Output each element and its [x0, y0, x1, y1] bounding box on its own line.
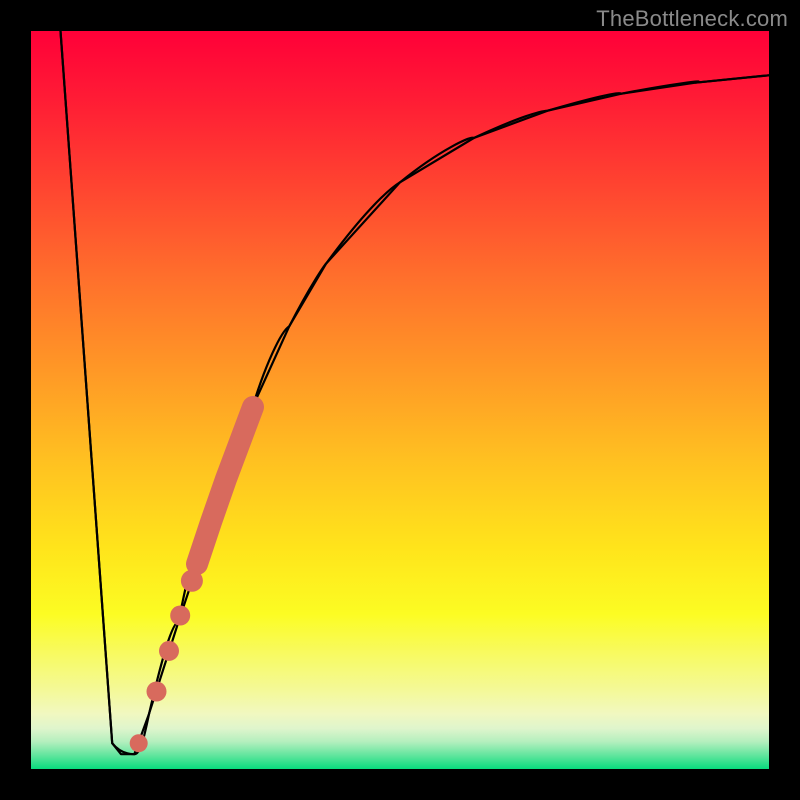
- marker-dot: [170, 606, 190, 626]
- chart-frame: TheBottleneck.com: [0, 0, 800, 800]
- marker-dot: [130, 734, 148, 752]
- marker-band: [197, 407, 253, 564]
- marker-dot: [181, 570, 203, 592]
- chart-svg: [31, 31, 769, 769]
- marker-dot: [147, 682, 167, 702]
- watermark-text: TheBottleneck.com: [596, 6, 788, 32]
- marker-dot: [159, 641, 179, 661]
- plot-area: [31, 31, 769, 769]
